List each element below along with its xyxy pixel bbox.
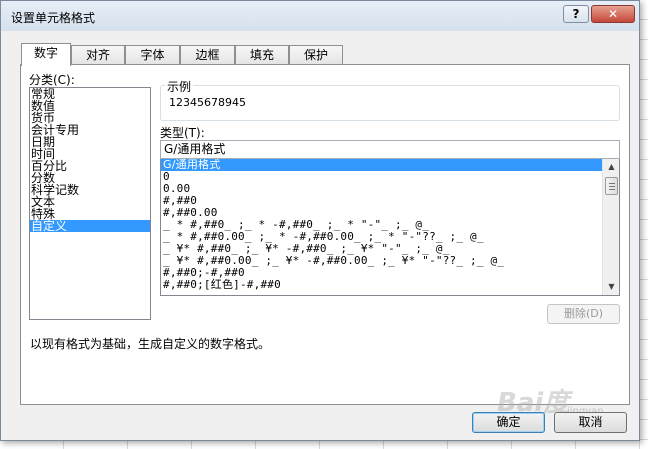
format-list-scrollbar[interactable]: ▲ ▼ — [602, 159, 619, 295]
format-item-selected[interactable]: G/通用格式 — [161, 159, 602, 171]
format-item[interactable]: 0 — [161, 171, 619, 183]
sample-value: 12345678945 — [169, 96, 246, 109]
scroll-down-icon[interactable]: ▼ — [605, 281, 618, 293]
format-item[interactable]: #,##0 — [161, 195, 619, 207]
tab-number[interactable]: 数字 — [21, 43, 71, 66]
title-bar: 设置单元格格式 ? ✕ — [1, 1, 639, 31]
delete-button[interactable]: 删除(D) — [547, 304, 620, 324]
category-list[interactable]: 常规 数值 货币 会计专用 日期 时间 百分比 分数 科学记数 文本 特殊 自定… — [29, 87, 151, 320]
category-label: 分类(C): — [29, 73, 75, 87]
format-list[interactable]: G/通用格式 0 0.00 #,##0 #,##0.00 _ * #,##0_ … — [160, 159, 620, 296]
scroll-up-icon[interactable]: ▲ — [605, 161, 618, 173]
ok-button[interactable]: 确定 — [472, 412, 545, 433]
format-cells-dialog: 设置单元格格式 ? ✕ 数字 对齐 字体 边框 填充 保护 分类(C): 常规 … — [0, 0, 640, 441]
tab-alignment[interactable]: 对齐 — [71, 45, 125, 65]
category-item-selected[interactable]: 自定义 — [30, 220, 150, 232]
sample-group: 示例 12345678945 — [160, 78, 620, 121]
sample-legend: 示例 — [165, 78, 194, 95]
format-item[interactable]: #,##0;[红色]-#,##0 — [161, 279, 619, 291]
cancel-button[interactable]: 取消 — [554, 412, 627, 433]
close-button[interactable]: ✕ — [591, 5, 635, 23]
help-button[interactable]: ? — [563, 5, 589, 23]
tab-font[interactable]: 字体 — [125, 45, 180, 65]
number-tab-panel: 分类(C): 常规 数值 货币 会计专用 日期 时间 百分比 分数 科学记数 文… — [20, 64, 630, 405]
type-label: 类型(T): — [160, 126, 205, 140]
scroll-thumb[interactable] — [605, 177, 618, 195]
tab-fill[interactable]: 填充 — [235, 45, 289, 65]
type-input[interactable]: G/通用格式 — [160, 140, 620, 159]
format-item[interactable]: 0.00 — [161, 183, 619, 195]
description-text: 以现有格式为基础，生成自定义的数字格式。 — [30, 337, 271, 351]
tab-protection[interactable]: 保护 — [289, 45, 343, 65]
tab-border[interactable]: 边框 — [180, 45, 235, 65]
dialog-title: 设置单元格格式 — [11, 11, 96, 25]
